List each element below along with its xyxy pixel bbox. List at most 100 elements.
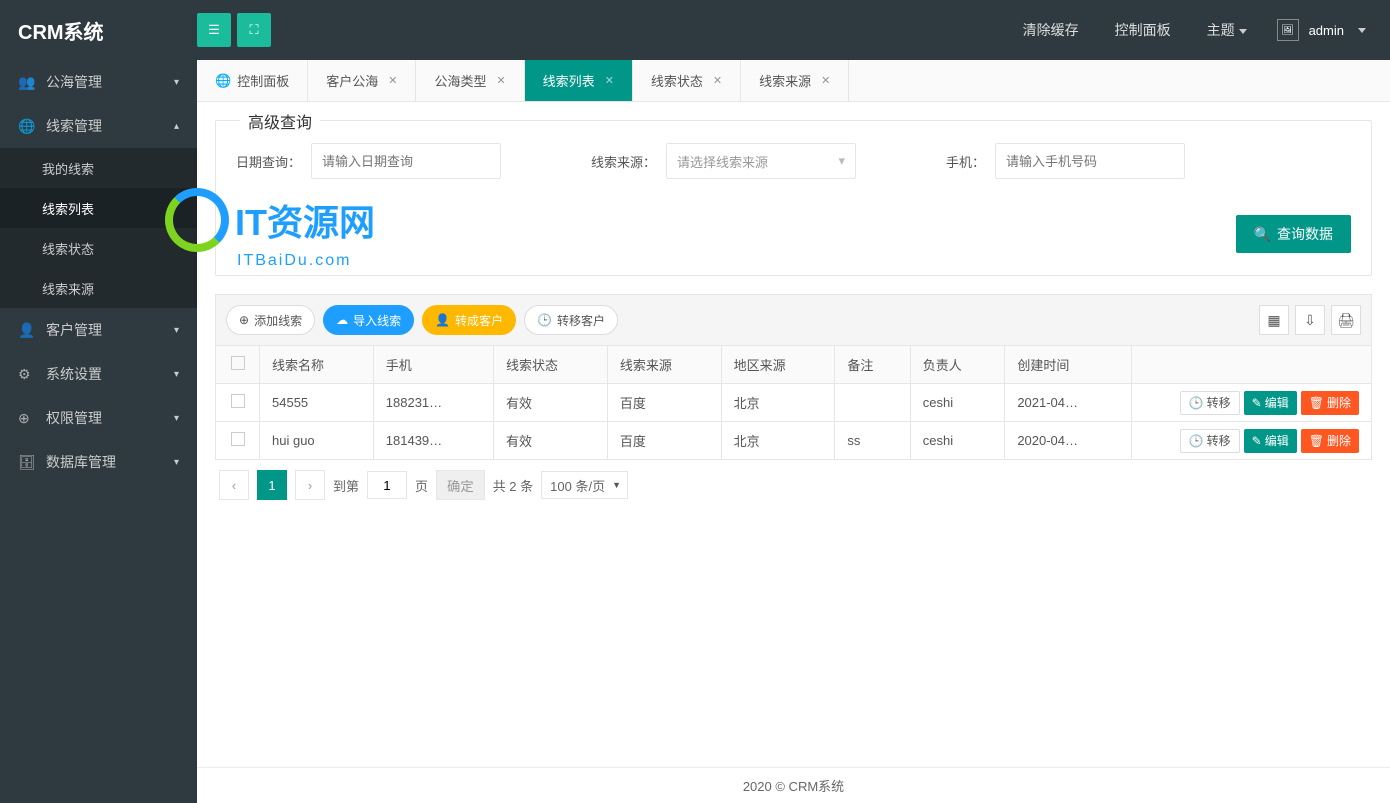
plus-icon: ⊕ [239, 313, 249, 327]
tab-lead-source[interactable]: 线索来源 ✕ [741, 60, 849, 101]
date-input[interactable] [311, 143, 501, 179]
trash-icon: 🗑 [1309, 396, 1324, 410]
theme-link[interactable]: 主题 [1189, 20, 1265, 40]
user-menu[interactable]: 🖼 admin [1265, 19, 1378, 41]
content: 高级查询 日期查询： 线索来源： 请选择线索来源 ▾ [197, 102, 1390, 767]
trash-icon: 🗑 [1309, 434, 1324, 448]
print-icon: 🖨 [1337, 312, 1355, 329]
table-cell: ceshi [910, 384, 1005, 422]
pagination: ‹ 1 › 到第 页 确定 共 2 条 100 条/页 [215, 460, 1372, 510]
sidebar-item-customers[interactable]: 👤 客户管理 ▾ [0, 308, 197, 352]
date-label: 日期查询： [236, 152, 301, 171]
sidebar-sub-lead-status[interactable]: 线索状态 [0, 228, 197, 268]
row-checkbox[interactable] [231, 394, 245, 408]
row-delete-button[interactable]: 🗑删除 [1301, 391, 1359, 415]
table-cell: ss [835, 422, 910, 460]
table-cell: ceshi [910, 422, 1005, 460]
tab-lead-status[interactable]: 线索状态 ✕ [633, 60, 741, 101]
close-icon[interactable]: ✕ [388, 74, 397, 87]
goto-page-input[interactable] [367, 471, 407, 499]
table-cell: hui guo [260, 422, 374, 460]
close-icon[interactable]: ✕ [605, 74, 614, 87]
tab-control-panel[interactable]: 🌐 控制面板 [197, 60, 308, 101]
username: admin [1309, 23, 1344, 38]
chevron-down-icon: ▾ [839, 153, 846, 169]
control-panel-link[interactable]: 控制面板 [1097, 20, 1189, 40]
col-owner: 负责人 [910, 346, 1005, 384]
download-icon: ⇩ [1304, 312, 1316, 329]
row-transfer-button[interactable]: 🕒转移 [1180, 429, 1240, 453]
tab-customer-sea[interactable]: 客户公海 ✕ [308, 60, 416, 101]
print-button[interactable]: 🖨 [1331, 305, 1361, 335]
clear-cache-link[interactable]: 清除缓存 [1005, 20, 1097, 40]
phone-input[interactable] [995, 143, 1185, 179]
next-page-button[interactable]: › [295, 470, 325, 500]
import-lead-button[interactable]: ☁ 导入线索 [323, 305, 414, 335]
clock-icon: 🕒 [1189, 434, 1204, 448]
col-phone: 手机 [373, 346, 493, 384]
globe-icon: 🌐 [18, 118, 36, 135]
panel-legend: 高级查询 [240, 109, 320, 133]
goto-label: 到第 [333, 476, 359, 495]
row-checkbox[interactable] [231, 432, 245, 446]
close-icon[interactable]: ✕ [821, 74, 830, 87]
user-icon: 👤 [18, 322, 36, 339]
row-transfer-button[interactable]: 🕒转移 [1180, 391, 1240, 415]
globe-icon: ⊕ [18, 410, 36, 427]
chevron-down-icon: ▾ [174, 457, 179, 468]
sidebar-item-system[interactable]: ⚙ 系统设置 ▾ [0, 352, 197, 396]
database-icon: 🗄 [18, 454, 36, 471]
per-page-select[interactable]: 100 条/页 [541, 471, 628, 499]
sidebar-item-permissions[interactable]: ⊕ 权限管理 ▾ [0, 396, 197, 440]
table-cell: 百度 [607, 422, 721, 460]
sidebar-item-leads[interactable]: 🌐 线索管理 ▴ [0, 104, 197, 148]
row-edit-button[interactable]: ✎编辑 [1244, 391, 1297, 415]
chevron-down-icon: ▾ [174, 369, 179, 380]
fullscreen-button[interactable]: ⛶ [237, 13, 271, 47]
add-lead-button[interactable]: ⊕ 添加线索 [226, 305, 315, 335]
grid-icon: ▦ [1267, 312, 1280, 329]
sidebar-sub-lead-list[interactable]: 线索列表 [0, 188, 197, 228]
close-icon[interactable]: ✕ [496, 74, 505, 87]
close-icon[interactable]: ✕ [713, 74, 722, 87]
leads-table: 线索名称 手机 线索状态 线索来源 地区来源 备注 负责人 创建时间 54555… [215, 345, 1372, 460]
user-convert-icon: 👤 [435, 313, 450, 327]
chevron-down-icon: ▾ [174, 413, 179, 424]
col-source: 线索来源 [607, 346, 721, 384]
table-row: hui guo181439…有效百度北京ssceshi2020-04…🕒转移✎编… [216, 422, 1372, 460]
table-cell: 有效 [494, 384, 608, 422]
phone-label: 手机： [946, 152, 985, 171]
table-cell: 188231… [373, 384, 493, 422]
page-1-button[interactable]: 1 [257, 470, 287, 500]
chevron-up-icon: ▴ [174, 121, 179, 132]
chevron-down-icon: ▾ [174, 77, 179, 88]
transfer-customer-button[interactable]: 🕒 转移客户 [524, 305, 618, 335]
sidebar-item-sea[interactable]: 👥 公海管理 ▾ [0, 60, 197, 104]
sidebar-item-database[interactable]: 🗄 数据库管理 ▾ [0, 440, 197, 484]
goto-confirm-button[interactable]: 确定 [436, 470, 485, 500]
convert-customer-button[interactable]: 👤 转成客户 [422, 305, 516, 335]
tab-sea-type[interactable]: 公海类型 ✕ [416, 60, 524, 101]
source-label: 线索来源： [591, 152, 656, 171]
sidebar-sub-lead-source[interactable]: 线索来源 [0, 268, 197, 308]
users-icon: 👥 [18, 74, 36, 91]
source-select[interactable]: 请选择线索来源 ▾ [666, 143, 856, 179]
search-button[interactable]: 🔍 查询数据 [1236, 215, 1351, 253]
hamburger-icon: ☰ [208, 22, 220, 38]
table-cell: 2021-04… [1005, 384, 1132, 422]
prev-page-button[interactable]: ‹ [219, 470, 249, 500]
columns-button[interactable]: ▦ [1259, 305, 1289, 335]
table-header-row: 线索名称 手机 线索状态 线索来源 地区来源 备注 负责人 创建时间 [216, 346, 1372, 384]
footer: 2020 © CRM系统 [197, 767, 1390, 803]
menu-toggle-button[interactable]: ☰ [197, 13, 231, 47]
select-all-checkbox[interactable] [231, 356, 245, 370]
row-delete-button[interactable]: 🗑删除 [1301, 429, 1359, 453]
row-edit-button[interactable]: ✎编辑 [1244, 429, 1297, 453]
table-cell: 181439… [373, 422, 493, 460]
sidebar-sub-my-leads[interactable]: 我的线索 [0, 148, 197, 188]
globe-icon: 🌐 [215, 73, 231, 89]
main: 🌐 控制面板 客户公海 ✕ 公海类型 ✕ 线索列表 ✕ 线索状态 ✕ [197, 60, 1390, 803]
export-button[interactable]: ⇩ [1295, 305, 1325, 335]
table-toolbar: ⊕ 添加线索 ☁ 导入线索 👤 转成客户 🕒 转移客户 [215, 294, 1372, 345]
tab-lead-list[interactable]: 线索列表 ✕ [525, 60, 633, 101]
